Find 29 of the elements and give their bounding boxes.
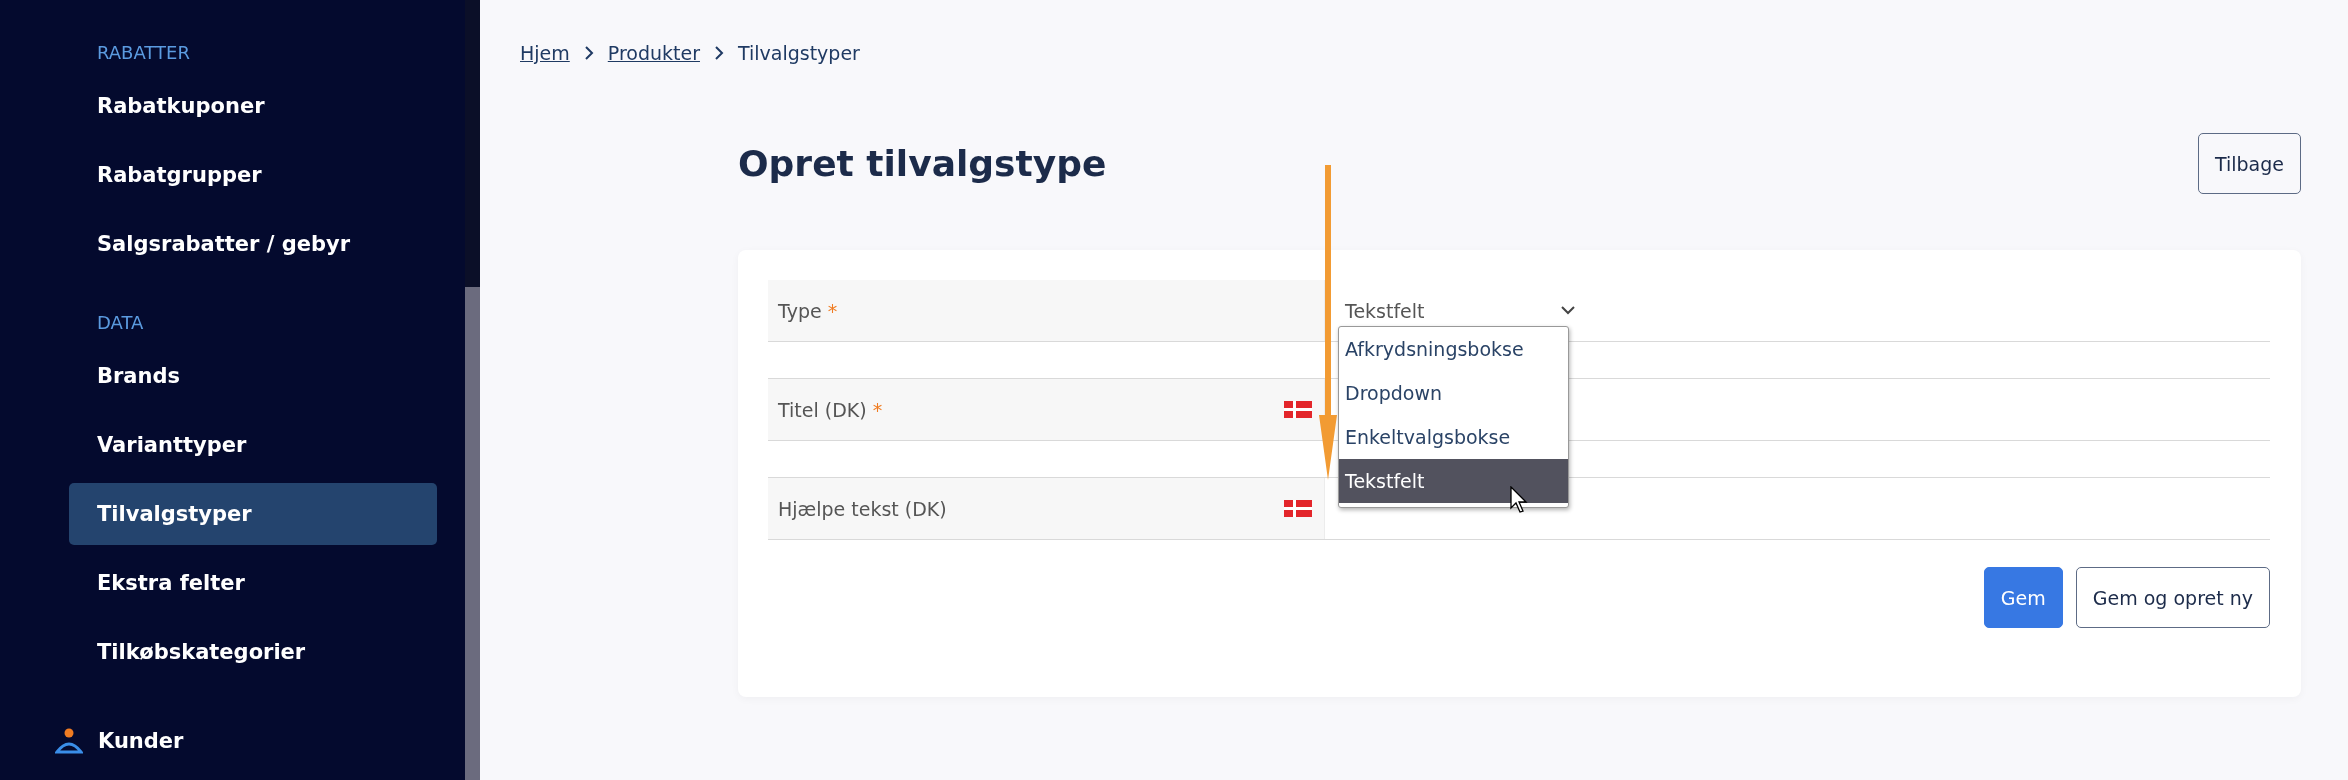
back-button[interactable]: Tilbage [2197,133,2301,194]
person-icon [55,728,83,754]
sidebar-item[interactable]: Ekstra felter [69,552,437,614]
sidebar-item[interactable]: Tilkøbskategorier [69,621,437,683]
breadcrumb-link[interactable]: Hjem [520,42,570,64]
chevron-right-icon [583,46,594,60]
sidebar-item[interactable]: Kunder [98,729,184,753]
dropdown-option[interactable]: Tekstfelt [1339,459,1568,503]
section-heading: RABATTER [97,41,191,65]
sidebar-item[interactable]: Tilvalgstyper [69,483,437,545]
sidebar-item[interactable]: Rabatgrupper [69,144,437,206]
page-title: Opret tilvalgstype [738,143,1107,184]
sidebar-item[interactable]: Rabatkuponer [69,75,437,137]
breadcrumb-link[interactable]: Produkter [607,42,700,64]
chevron-down-icon [1561,306,1575,315]
field-label: Titel (DK) * [778,398,883,421]
sidebar-item[interactable]: Salgsrabatter / gebyr [69,213,437,275]
section-heading: DATA [97,311,145,335]
dropdown-option[interactable]: Enkeltvalgsbokse [1339,415,1568,459]
breadcrumb-current: Tilvalgstyper [737,42,860,64]
save-button[interactable]: Gem [1983,567,2063,628]
field-label: Hjælpe tekst (DK) [778,497,947,520]
sidebar-item[interactable]: Varianttyper [69,414,437,476]
save-and-new-button[interactable]: Gem og opret ny [2075,567,2270,628]
dropdown-option[interactable]: Dropdown [1339,371,1568,415]
chevron-right-icon [713,46,724,60]
sidebar-item[interactable]: Brands [69,345,437,407]
field-label: Type * [778,299,838,322]
scrollbar[interactable] [465,0,480,780]
